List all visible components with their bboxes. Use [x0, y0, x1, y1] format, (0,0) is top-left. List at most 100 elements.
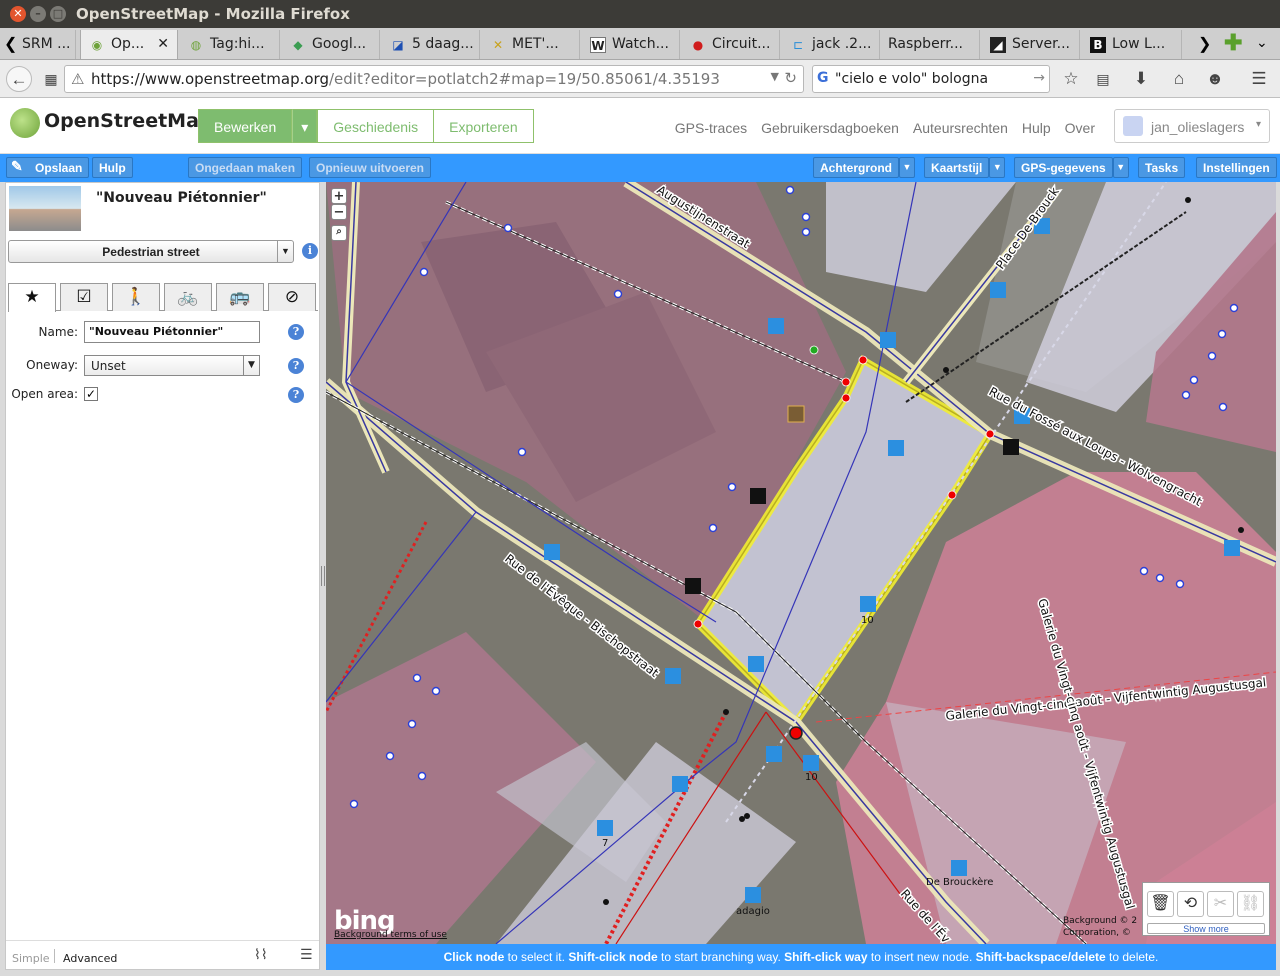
tab-cycling[interactable]: 🚲	[164, 283, 212, 311]
google-search-icon: G	[817, 70, 829, 86]
search-go-icon[interactable]: →	[1033, 70, 1045, 86]
user-menu[interactable]: jan_olieslagers ▾	[1114, 109, 1270, 143]
tab-label: MET'...	[512, 36, 559, 52]
menu-icon[interactable]: ☰	[1246, 66, 1272, 92]
reading-list-icon[interactable]: ▤	[1090, 66, 1116, 92]
chat-icon[interactable]: ☻	[1202, 66, 1228, 92]
mapstyle-button[interactable]: Kaartstijl ▼	[924, 157, 1006, 178]
search-bar[interactable]: G "cielo e volo" bologna →	[812, 65, 1050, 93]
tab-basic[interactable]: ★	[8, 283, 56, 312]
mode-advanced[interactable]: Advanced	[63, 952, 117, 965]
reverse-tool-icon[interactable]: ⟲	[1177, 891, 1204, 917]
feature-title: "Nouveau Piétonnier"	[96, 190, 267, 206]
oneway-select[interactable]: Unset ▼	[84, 355, 260, 376]
link-copyright[interactable]: Auteursrechten	[913, 120, 1008, 136]
background-dropdown-icon[interactable]: ▼	[899, 157, 915, 178]
minimize-window-button[interactable]: –	[30, 6, 46, 22]
username: jan_olieslagers	[1151, 119, 1245, 135]
osm-magnifier-logo-icon	[10, 108, 40, 138]
edit-dropdown-icon[interactable]: ▾	[292, 109, 318, 143]
osm-header: OpenStreetMap Bewerken ▾ Geschiedenis Ex…	[0, 98, 1280, 154]
home-icon[interactable]: ⌂	[1166, 66, 1192, 92]
gps-button[interactable]: GPS-gegevens ▼	[1014, 157, 1129, 178]
help-button[interactable]: Hulp	[92, 157, 133, 178]
url-bar[interactable]: ⚠ https://www.openstreetmap.org/edit?edi…	[64, 65, 804, 93]
background-terms-link[interactable]: Background terms of use	[334, 930, 447, 940]
new-tab-icon[interactable]: ✚	[1224, 30, 1242, 56]
editor-toolbar: ✎ Opslaan Hulp Ongedaan maken Opnieuw uit…	[0, 154, 1280, 182]
tab-details[interactable]: ☑	[60, 283, 108, 311]
tab-jack[interactable]: ⊏ jack .2...	[782, 30, 880, 59]
mapstyle-dropdown-icon[interactable]: ▼	[989, 157, 1006, 178]
reload-icon[interactable]: ↻	[784, 69, 797, 87]
tab-met[interactable]: ✕ MET'...	[482, 30, 580, 59]
export-button[interactable]: Exporteren	[434, 109, 534, 143]
tab-low[interactable]: B Low L...	[1082, 30, 1182, 59]
hint-bar: Click node to select it. Shift-click nod…	[326, 944, 1276, 970]
window-titlebar: ✕ – □ OpenStreetMap - Mozilla Firefox	[0, 0, 1280, 28]
tab-openstreetmap[interactable]: ◉ Op... ✕	[80, 30, 178, 59]
oneway-dropdown-icon[interactable]: ▼	[243, 356, 259, 375]
map-svg[interactable]: Augustijnenstraat Place De Brouck Rue du…	[326, 182, 1276, 944]
openarea-checkbox[interactable]: ✓	[84, 387, 98, 401]
tab-server[interactable]: ◢ Server...	[982, 30, 1080, 59]
map-canvas[interactable]: Augustijnenstraat Place De Brouck Rue du…	[326, 182, 1276, 944]
name-help-icon[interactable]: ?	[288, 324, 304, 340]
preset-info-icon[interactable]: i	[302, 243, 318, 259]
redo-button[interactable]: Opnieuw uitvoeren	[309, 157, 432, 178]
tasks-button[interactable]: Tasks	[1138, 157, 1186, 178]
link-about[interactable]: Over	[1065, 120, 1095, 136]
openarea-help-icon[interactable]: ?	[288, 387, 304, 403]
tab-label: Op...	[111, 36, 145, 52]
tab-grid-icon[interactable]: ▦	[38, 66, 64, 92]
back-icon[interactable]: ←	[6, 66, 32, 92]
zoom-in-button[interactable]: +	[331, 188, 347, 204]
delete-tool-icon[interactable]: 🗑	[1147, 891, 1174, 917]
osm-logo[interactable]: OpenStreetMap	[10, 108, 213, 138]
osm-brand-text: OpenStreetMap	[44, 110, 213, 132]
mode-simple[interactable]: Simple	[12, 952, 50, 965]
link-help[interactable]: Hulp	[1022, 120, 1051, 136]
tab-watch[interactable]: W Watch...	[582, 30, 680, 59]
maximize-window-button[interactable]: □	[50, 6, 66, 22]
tab-transport[interactable]: 🚌	[216, 283, 264, 311]
preset-dropdown-icon[interactable]: ▼	[277, 241, 293, 262]
tab-restrictions[interactable]: ⊘	[268, 283, 316, 311]
background-button[interactable]: Achtergrond ▼	[813, 157, 915, 178]
tab-google[interactable]: ◆ Googl...	[282, 30, 380, 59]
zoom-out-button[interactable]: −	[331, 204, 347, 220]
name-field[interactable]: "Nouveau Piétonnier"	[84, 321, 260, 343]
tab-walking[interactable]: 🚶	[112, 283, 160, 311]
tab-tag[interactable]: ◍ Tag:hi...	[180, 30, 280, 59]
save-button[interactable]: ✎ Opslaan	[6, 157, 90, 178]
tab-raspberry[interactable]: Raspberr...	[882, 30, 980, 59]
link-gps-traces[interactable]: GPS-traces	[675, 120, 747, 136]
history-button[interactable]: Geschiedenis	[317, 109, 435, 143]
attribution-line-1: Background © 2	[1063, 916, 1138, 926]
bookmark-star-icon[interactable]: ☆	[1058, 66, 1084, 92]
preset-selector[interactable]: Pedestrian street ▼	[8, 240, 294, 263]
tab-circuit[interactable]: ● Circuit...	[682, 30, 780, 59]
settings-button[interactable]: Instellingen	[1196, 157, 1277, 178]
show-more-button[interactable]: Show more	[1147, 923, 1265, 934]
tab-5daag[interactable]: ◪ 5 daag...	[382, 30, 480, 59]
oneway-help-icon[interactable]: ?	[288, 358, 304, 374]
tab-label: Tag:hi...	[210, 36, 265, 52]
gps-dropdown-icon[interactable]: ▼	[1112, 157, 1129, 178]
list-icon[interactable]: ☰	[300, 947, 313, 963]
history-dropdown-icon[interactable]: ▼	[771, 70, 779, 83]
tab-list-icon[interactable]: ⌄	[1256, 34, 1268, 51]
downloads-icon[interactable]: ⬇	[1128, 66, 1154, 92]
link-diaries[interactable]: Gebruikersdagboeken	[761, 120, 899, 136]
close-tab-icon[interactable]: ✕	[157, 36, 169, 52]
tab-srm[interactable]: SRM ...	[16, 30, 76, 59]
zoom-search-icon[interactable]: ⌕	[331, 225, 347, 241]
poi-label-de-brouckere: De Brouckère	[926, 876, 993, 888]
search-input[interactable]: "cielo e volo" bologna	[835, 71, 988, 87]
sidebar-resize-handle[interactable]	[321, 566, 325, 586]
close-window-button[interactable]: ✕	[10, 6, 26, 22]
scroll-tabs-right-icon[interactable]: ❯	[1198, 34, 1211, 54]
undo-button[interactable]: Ongedaan maken	[188, 157, 303, 178]
edit-button[interactable]: Bewerken	[198, 109, 293, 143]
relations-icon[interactable]: ⌇⌇	[254, 947, 268, 963]
